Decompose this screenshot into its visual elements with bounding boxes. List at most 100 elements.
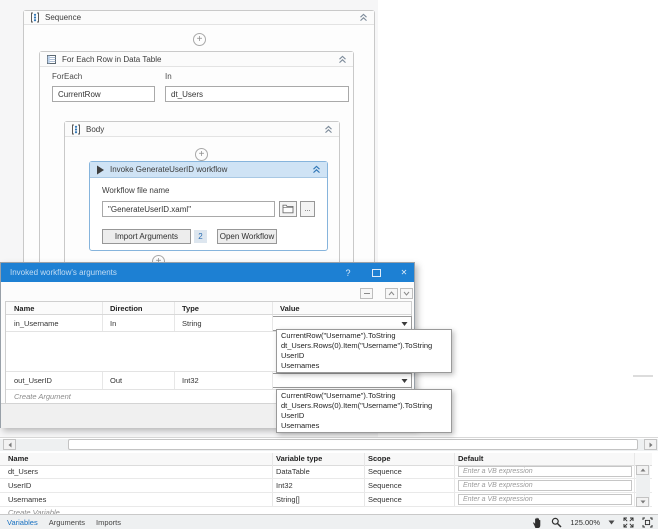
variable-name[interactable]: dt_Users [8,465,38,479]
uipath-designer-screen: Sequence + For Each Row in Data Table Fo… [0,0,658,529]
import-arguments-button[interactable]: Import Arguments [102,229,191,244]
arrow-down-icon [640,500,646,504]
argument-name[interactable]: out_UserID [14,372,52,390]
tab-imports[interactable]: Imports [96,518,121,527]
add-activity-button[interactable]: + [193,33,206,46]
arrow-right-icon [649,442,653,448]
dropdown-arrow-icon[interactable] [401,378,408,383]
chevron-up-icon [388,291,395,296]
minus-icon [364,293,370,295]
value-combobox[interactable] [272,373,412,388]
collapse-chevron-icon[interactable] [359,13,368,22]
sequence-icon [30,12,40,23]
scrollbar-thumb[interactable] [68,439,638,450]
scroll-down-button[interactable] [636,497,649,507]
dropdown-item[interactable]: dt_Users.Rows(0).Item("Username").ToStri… [277,401,451,411]
tab-arguments[interactable]: Arguments [49,518,85,527]
delete-argument-button[interactable] [360,288,373,299]
tab-variables[interactable]: Variables [7,518,38,527]
sequence-title: Sequence [45,13,81,22]
default-value-input[interactable]: Enter a VB expression [458,466,632,477]
body-header[interactable]: Body [65,122,339,137]
dropdown-item[interactable]: UserID [277,351,451,361]
zoom-level-value[interactable]: 125.00% [570,518,600,527]
chevron-down-icon [403,291,410,296]
argument-row[interactable]: out_UserID Out Int32 [6,372,411,390]
horizontal-scrollbar[interactable] [0,439,658,451]
col-default: Default [458,453,483,465]
argument-type[interactable]: Int32 [182,372,199,390]
zoom-dropdown-caret-icon[interactable] [608,520,615,525]
variable-scope[interactable]: Sequence [368,465,402,479]
dropdown-item[interactable]: UserID [277,411,451,421]
dropdown-item[interactable]: CurrentRow("Username").ToString [277,391,451,401]
move-up-button[interactable] [385,288,398,299]
foreach-variable-input[interactable]: CurrentRow [52,86,155,102]
dropdown-item[interactable]: Usernames [277,361,451,371]
argument-direction[interactable]: In [110,315,116,332]
arguments-table-header: Name Direction Type Value [6,302,411,315]
maximize-button[interactable] [367,263,385,282]
add-activity-button[interactable]: + [195,148,208,161]
sequence-header[interactable]: Sequence [24,11,374,25]
variable-type[interactable]: Int32 [276,479,293,493]
move-down-button[interactable] [400,288,413,299]
scroll-left-button[interactable] [3,439,16,450]
dropdown-arrow-icon[interactable] [401,321,408,326]
open-workflow-button[interactable]: Open Workflow [217,229,277,244]
play-icon [96,165,105,175]
collapse-chevron-icon[interactable] [338,55,347,64]
scroll-right-button[interactable] [644,439,657,450]
col-type: Type [182,302,199,315]
variable-scope[interactable]: Sequence [368,493,402,507]
argument-type[interactable]: String [182,315,202,332]
variable-name[interactable]: UserID [8,479,31,493]
more-options-button[interactable]: ... [300,201,315,217]
argument-name[interactable]: in_Username [14,315,59,332]
help-button[interactable]: ? [339,263,357,282]
variable-type[interactable]: String[] [276,493,300,507]
argument-direction[interactable]: Out [110,372,122,390]
col-name: Name [14,302,34,315]
collapse-chevron-icon[interactable] [324,125,333,134]
collapse-chevron-icon[interactable] [312,165,321,174]
workflow-file-input[interactable]: "GenerateUserID.xaml" [102,201,275,217]
dialog-titlebar[interactable]: Invoked workflow's arguments ? ✕ [1,263,414,282]
in-label: In [165,72,172,81]
zoom-magnifier-icon[interactable] [551,517,562,528]
variable-type[interactable]: DataTable [276,465,310,479]
variable-row[interactable]: UserID Int32 Sequence Enter a VB express… [0,479,652,493]
variable-row[interactable]: Usernames String[] Sequence Enter a VB e… [0,493,652,507]
scroll-up-button[interactable] [636,465,649,475]
status-bar: Variables Arguments Imports 125.00% [0,514,658,529]
default-value-input[interactable]: Enter a VB expression [458,480,632,491]
arguments-count-badge: 2 [194,230,207,243]
browse-folder-button[interactable] [279,201,297,217]
dropdown-item[interactable]: dt_Users.Rows(0).Item("Username").ToStri… [277,341,451,351]
datatable-icon [46,54,57,65]
arrow-up-icon [640,468,646,472]
fit-to-screen-icon[interactable] [623,517,634,528]
variable-scope[interactable]: Sequence [368,479,402,493]
dialog-title: Invoked workflow's arguments [1,268,117,277]
designer-hscroll-fragment[interactable] [633,375,653,377]
in-collection-input[interactable]: dt_Users [165,86,349,102]
variable-row[interactable]: dt_Users DataTable Sequence Enter a VB e… [0,465,652,479]
default-value-input[interactable]: Enter a VB expression [458,494,632,505]
pan-hand-icon[interactable] [532,517,543,529]
foreach-label: ForEach [52,72,82,81]
vertical-scrollbar[interactable] [636,465,650,507]
zoom-to-fit-icon[interactable] [642,517,653,528]
col-value: Value [280,302,300,315]
col-direction: Direction [110,302,143,315]
close-button[interactable]: ✕ [395,263,413,282]
foreach-title: For Each Row in Data Table [62,55,161,64]
foreach-header[interactable]: For Each Row in Data Table [40,52,353,67]
dropdown-item[interactable]: Usernames [277,421,451,431]
dropdown-item[interactable]: CurrentRow("Username").ToString [277,331,451,341]
invoke-workflow-activity[interactable]: Invoke GenerateUserID workflow Workflow … [89,161,328,251]
variables-panel: Name Variable type Scope Default dt_User… [0,437,658,529]
variable-name[interactable]: Usernames [8,493,46,507]
invoke-header[interactable]: Invoke GenerateUserID workflow [90,162,327,178]
create-argument-link[interactable]: Create Argument [14,390,71,403]
